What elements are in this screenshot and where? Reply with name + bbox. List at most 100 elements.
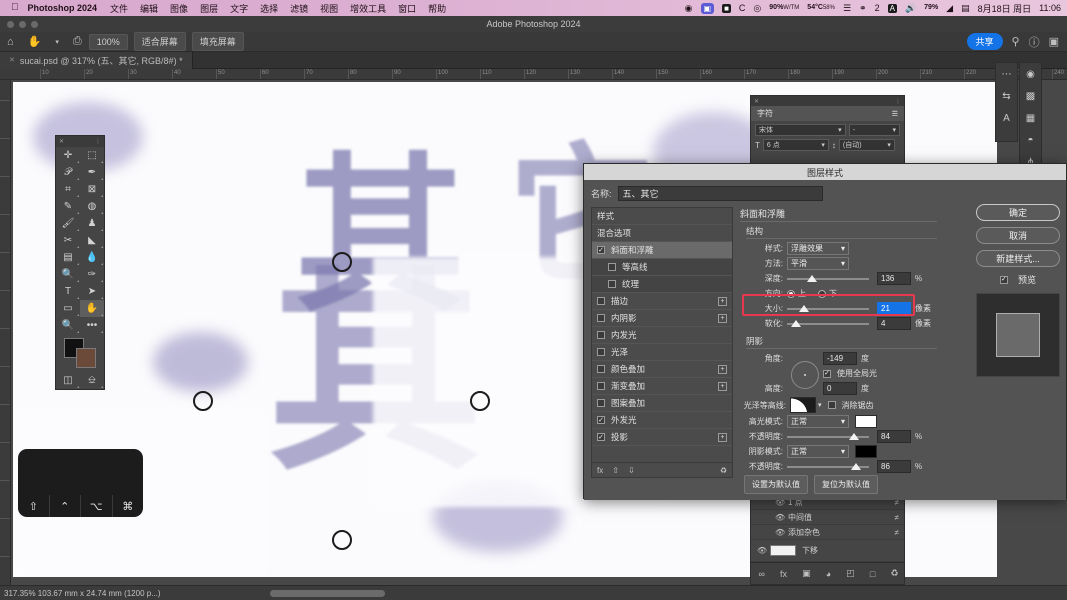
effect-checkbox[interactable]: ✓	[597, 246, 605, 254]
effect-checkbox[interactable]: ✓	[597, 433, 605, 441]
style-list-texture[interactable]: 纹理	[592, 276, 732, 293]
menu-view[interactable]: 视图	[320, 2, 338, 15]
size-slider[interactable]	[787, 302, 869, 315]
soften-input[interactable]: 4	[877, 317, 911, 330]
spot-healing-tool[interactable]: ◍	[80, 198, 104, 215]
lasso-tool[interactable]: 𝒫	[56, 164, 80, 181]
use-global-light-checkbox[interactable]: ✓	[823, 369, 831, 378]
cleanmymac-icon[interactable]: C	[739, 3, 746, 13]
add-effect-icon[interactable]: +	[718, 432, 727, 442]
new-style-button[interactable]: 新建样式...	[976, 250, 1060, 267]
add-effect-icon[interactable]: +	[718, 296, 727, 306]
dropbox-icon[interactable]: ◉	[685, 3, 693, 14]
menu-select[interactable]: 选择	[260, 2, 278, 15]
edit-toolbar-tool[interactable]: •••	[80, 317, 104, 334]
zoom-tool[interactable]: 🔍	[56, 317, 80, 334]
menu-image[interactable]: 图像	[170, 2, 188, 15]
style-list-styles[interactable]: 样式	[592, 208, 732, 225]
swatches-icon[interactable]: ▩	[1020, 85, 1041, 107]
wifi-icon[interactable]: ◢	[946, 3, 953, 14]
shadow-opacity-input[interactable]: 86	[877, 460, 911, 473]
move-tool[interactable]: ✛	[56, 147, 80, 164]
soften-slider[interactable]	[787, 317, 869, 330]
dodge-tool[interactable]: 🔍	[56, 266, 80, 283]
eye-icon[interactable]: 👁	[775, 513, 788, 522]
style-list-blending[interactable]: 混合选项	[592, 225, 732, 242]
clone-stamp-tool[interactable]: ♟	[80, 215, 104, 232]
new-layer-icon[interactable]: □	[870, 569, 875, 579]
collapse-icon[interactable]: ⋮	[95, 138, 101, 145]
direction-down-radio[interactable]	[818, 289, 826, 298]
quick-mask-icon[interactable]: ◫	[56, 372, 80, 389]
add-effect-icon[interactable]: +	[718, 313, 727, 323]
screen-recorder-icon[interactable]: ▣	[700, 2, 715, 14]
move-down-icon[interactable]: ⇩	[628, 466, 635, 475]
fx-icon[interactable]: ≠	[895, 528, 899, 537]
style-name-input[interactable]: 五、其它	[617, 186, 823, 201]
bevel-technique-select[interactable]: 平滑 ▾	[787, 257, 849, 270]
effect-checkbox[interactable]	[608, 280, 616, 288]
style-list-drop-shadow[interactable]: ✓ 投影 +	[592, 429, 732, 446]
delete-icon[interactable]: ♻	[720, 466, 727, 475]
close-icon[interactable]: ✕	[754, 98, 759, 105]
horizontal-scrollbar[interactable]	[270, 590, 385, 597]
menu-filter[interactable]: 滤镜	[290, 2, 308, 15]
quick-selection-tool[interactable]: ✒	[80, 164, 104, 181]
menu-window[interactable]: 窗口	[398, 2, 416, 15]
font-size-input[interactable]: 6 点 ▾	[762, 139, 829, 151]
effect-checkbox[interactable]	[597, 297, 605, 305]
minimize-window-button[interactable]	[19, 21, 26, 28]
bevel-style-select[interactable]: 浮雕效果 ▾	[787, 242, 849, 255]
depth-slider-knob[interactable]	[807, 275, 817, 282]
background-color-swatch[interactable]	[76, 348, 96, 368]
frame-tool[interactable]: ⊠	[80, 181, 104, 198]
effect-checkbox[interactable]	[597, 314, 605, 322]
display-icon[interactable]: ■	[722, 3, 731, 13]
reset-default-button[interactable]: 复位为默认值	[814, 475, 878, 494]
angle-input[interactable]: -149	[823, 352, 857, 365]
highlight-color-swatch[interactable]	[855, 415, 877, 428]
effect-checkbox[interactable]	[597, 331, 605, 339]
shadow-mode-select[interactable]: 正常 ▾	[787, 445, 849, 458]
style-list-stroke[interactable]: 描边 +	[592, 293, 732, 310]
cancel-button[interactable]: 取消	[976, 227, 1060, 244]
menubar-app-name[interactable]: Photoshop 2024	[28, 3, 98, 13]
bluetooth-battery[interactable]: 79%	[924, 4, 938, 11]
move-up-icon[interactable]: ⇧	[612, 466, 619, 475]
effect-checkbox[interactable]	[597, 365, 605, 373]
style-list-contour[interactable]: 等高线	[592, 259, 732, 276]
angle-dial[interactable]	[791, 360, 819, 389]
eye-icon[interactable]: 👁	[775, 528, 788, 537]
notification-count[interactable]: 2	[875, 3, 880, 13]
battery-status[interactable]: 90% W/TM	[769, 4, 799, 11]
close-icon[interactable]: ✕	[9, 56, 15, 64]
highlight-mode-select[interactable]: 正常 ▾	[787, 415, 849, 428]
rectangle-tool[interactable]: ▭	[56, 300, 80, 317]
layer-mask-icon[interactable]: ▣	[802, 568, 811, 579]
depth-input[interactable]: 136	[877, 272, 911, 285]
help-icon[interactable]: ⓘ	[1029, 34, 1040, 50]
collapse-icon[interactable]: ⋮	[895, 98, 901, 105]
wechat-icon[interactable]: ⚭	[859, 3, 867, 14]
close-window-button[interactable]	[7, 21, 14, 28]
brush-tool[interactable]: 🖌	[56, 215, 80, 232]
close-icon[interactable]: ✕	[59, 138, 64, 145]
adjustment-layer-icon[interactable]: ◕	[826, 569, 831, 579]
horizontal-ruler[interactable]: 10 20 30 40 50 60 70 80 90 100 110 120 130 140 150 160 1…	[0, 69, 1067, 80]
fit-screen-button[interactable]: 适合屏幕	[133, 32, 186, 51]
gloss-contour-preview[interactable]	[790, 397, 816, 413]
menubar-time[interactable]: 11:06	[1039, 3, 1061, 13]
leading-input[interactable]: (自动) ▾	[838, 139, 895, 151]
ok-button[interactable]: 确定	[976, 204, 1060, 221]
size-input[interactable]: 21	[877, 302, 911, 315]
apple-icon[interactable]: 	[11, 3, 19, 13]
menu-edit[interactable]: 编辑	[140, 2, 158, 15]
menu-file[interactable]: 文件	[110, 2, 128, 15]
highlight-opacity-input[interactable]: 84	[877, 430, 911, 443]
add-effect-icon[interactable]: +	[718, 381, 727, 391]
add-effect-icon[interactable]: +	[718, 364, 727, 374]
layer-style-icon[interactable]: fx	[780, 569, 787, 579]
arrange-documents-icon[interactable]: ▣	[1049, 35, 1059, 48]
shadow-color-swatch[interactable]	[855, 445, 877, 458]
window-traffic-lights[interactable]	[7, 21, 38, 28]
